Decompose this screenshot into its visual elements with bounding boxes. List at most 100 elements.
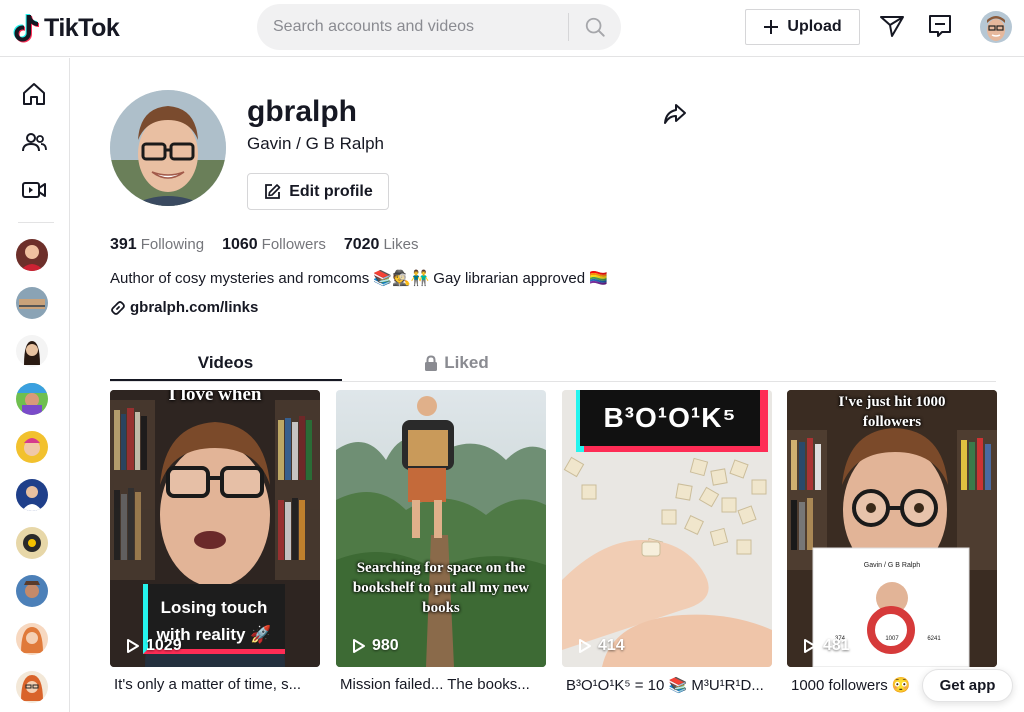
nav-live[interactable]	[20, 176, 48, 204]
video-view-count: 481	[803, 637, 850, 655]
avatar-icon	[16, 383, 48, 415]
profile-stats: 391 Following 1060 Followers 7020 Likes	[110, 236, 418, 254]
send-icon	[880, 16, 904, 37]
stat-label: Followers	[261, 236, 326, 253]
link-icon	[111, 300, 125, 315]
search-bar	[257, 4, 621, 50]
nav-home[interactable]	[20, 80, 48, 108]
followed-account-avatar[interactable]	[16, 431, 48, 463]
stat-label: Likes	[383, 236, 419, 253]
followed-account-avatar[interactable]	[16, 623, 48, 655]
profile-bio: Author of cosy mysteries and romcoms 📚🕵👬…	[110, 269, 608, 288]
bio-text: Gay librarian approved	[433, 269, 586, 287]
live-video-icon	[22, 182, 46, 198]
video-caption[interactable]: B³O¹O¹K⁵ = 10 📚 M³U¹R¹D...	[566, 676, 776, 694]
followed-account-avatar[interactable]	[16, 287, 48, 319]
mini-profile-name: Gavin / G B Ralph	[863, 562, 921, 569]
play-icon	[127, 639, 139, 653]
stat-label: Following	[140, 236, 205, 253]
left-sidebar	[0, 58, 70, 712]
people-icon	[22, 133, 47, 152]
avatar-icon	[21, 627, 43, 653]
stat-followers[interactable]: 1060 Followers	[222, 236, 326, 254]
avatar-icon	[24, 438, 40, 456]
link-text: gbralph.com/links	[130, 299, 259, 316]
avatar-icon	[24, 341, 40, 365]
nav-following[interactable]	[20, 128, 48, 156]
search-icon	[585, 17, 605, 37]
profile-nickname: Gavin / G B Ralph	[247, 134, 385, 153]
messages-button[interactable]	[926, 12, 954, 40]
video-caption[interactable]: It's only a matter of time, s...	[114, 676, 324, 693]
profile-photo-icon	[110, 90, 226, 206]
sidebar-divider	[18, 222, 54, 223]
bio-emoji: 📚🕵👬	[373, 270, 430, 287]
tiktok-logo[interactable]: TikTok	[12, 10, 120, 46]
followed-account-avatar[interactable]	[16, 335, 48, 367]
mini-followers: 1007	[885, 636, 899, 642]
stat-number: 391	[110, 236, 137, 253]
play-icon	[353, 639, 365, 653]
user-avatar[interactable]	[980, 11, 1012, 43]
upload-button[interactable]: Upload	[745, 9, 860, 45]
video-view-count: 980	[352, 637, 399, 655]
video-card[interactable]: I've just hit 1000 followers Gavin / G B…	[787, 390, 997, 667]
share-button[interactable]	[662, 101, 688, 127]
edit-profile-button[interactable]: Edit profile	[247, 173, 389, 210]
avatar-icon	[22, 486, 42, 511]
video-card[interactable]: Searching for space on the bookshelf to …	[336, 390, 546, 667]
video-overlay-text: Searching for space on the bookshelf to …	[352, 560, 530, 616]
followed-account-avatar[interactable]	[16, 527, 48, 559]
upload-label: Upload	[787, 18, 842, 35]
share-icon	[664, 104, 686, 124]
search-input[interactable]	[257, 4, 568, 50]
message-icon	[929, 15, 951, 37]
view-count-text: 481	[823, 637, 850, 654]
tab-liked[interactable]: Liked	[341, 345, 572, 381]
video-thumbnail	[336, 390, 546, 667]
profile-username: gbralph	[247, 95, 357, 128]
video-caption[interactable]: Mission failed... The books...	[340, 676, 550, 693]
play-icon	[579, 639, 591, 653]
bio-text: Author of cosy mysteries and romcoms	[110, 269, 370, 287]
view-count-text: 980	[372, 637, 399, 654]
followed-account-avatar[interactable]	[16, 671, 48, 703]
tab-label: Videos	[197, 353, 254, 372]
followed-account-avatar[interactable]	[16, 575, 48, 607]
tiktok-logo-icon	[13, 14, 39, 43]
video-overlay-text: I've just hit 1000 followers	[838, 394, 946, 430]
video-card[interactable]: I love when Losing touch with reality 🚀 …	[110, 390, 320, 667]
avatar-icon	[23, 534, 41, 552]
home-icon	[23, 83, 45, 105]
avatar-icon	[20, 245, 44, 271]
followed-account-avatar[interactable]	[16, 479, 48, 511]
followed-account-avatar[interactable]	[16, 239, 48, 271]
search-button[interactable]	[569, 4, 621, 50]
get-app-button[interactable]: Get app	[922, 669, 1013, 702]
stat-likes: 7020 Likes	[344, 236, 419, 254]
top-bar: TikTok Upload	[0, 0, 1024, 57]
followed-account-avatar[interactable]	[16, 383, 48, 415]
tab-videos[interactable]: Videos	[110, 345, 341, 381]
stat-number: 1060	[222, 236, 258, 253]
logo-text: TikTok	[44, 13, 120, 42]
plus-icon	[764, 20, 779, 34]
inbox-send-button[interactable]	[878, 12, 906, 40]
tab-label: Liked	[444, 353, 489, 372]
video-overlay-text: I love when	[168, 390, 262, 405]
video-caption[interactable]: 1000 followers 😳	[791, 676, 921, 694]
stat-number: 7020	[343, 236, 380, 253]
view-count-text: 1029	[146, 637, 182, 654]
video-view-count: 414	[578, 637, 625, 655]
avatar-icon	[21, 675, 43, 701]
rainbow-flag-icon: 🏳️‍🌈	[589, 270, 608, 287]
stat-following[interactable]: 391 Following	[110, 236, 204, 254]
profile-link[interactable]: gbralph.com/links	[110, 299, 258, 316]
avatar-icon	[24, 581, 40, 598]
mini-likes: 6241	[927, 636, 941, 642]
edit-icon	[265, 183, 281, 199]
lock-icon	[425, 355, 438, 371]
profile-avatar[interactable]	[110, 90, 226, 206]
video-card[interactable]: B³O¹O¹K⁵ 414	[562, 390, 772, 667]
tabs-divider	[110, 381, 996, 382]
